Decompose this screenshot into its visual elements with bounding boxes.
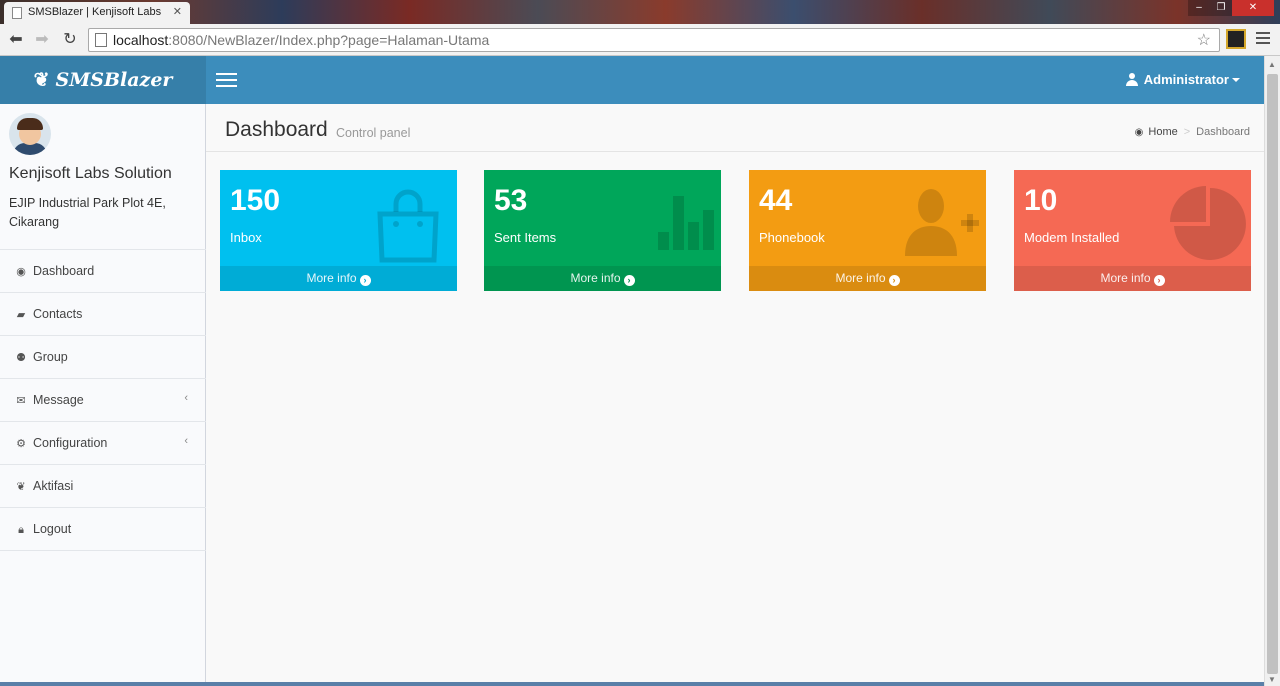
os-taskbar [0,682,1264,686]
user-icon [1125,73,1138,86]
arrow-circle-right-icon: › [623,275,635,286]
sidebar-item-label: Dashboard [33,264,95,278]
page-favicon-icon [12,7,22,19]
breadcrumb-current: Dashboard [1196,126,1250,138]
browser-menu-icon[interactable] [1256,32,1270,47]
scroll-up-icon[interactable]: ▲ [1268,60,1276,69]
sent-items-box: 53 Sent Items More info › [484,170,721,291]
user-name: Administrator [1143,72,1229,87]
user-add-icon [905,189,979,256]
tab-close-icon[interactable]: ✕ [173,5,182,18]
sidebar-item-label: Logout [33,522,72,536]
restore-icon[interactable]: ❐ [1210,0,1232,16]
app-logo[interactable]: ❦ SMSBlazer [0,56,206,104]
sent-items-count: 53 [494,184,528,217]
phonebook-label: Phonebook [759,230,825,245]
company-name: Kenjisoft Labs Solution [9,165,172,182]
close-window-icon[interactable]: ✕ [1232,0,1274,16]
company-address: EJIP Industrial Park Plot 4E, Cikarang [9,196,166,229]
avatar [9,113,51,155]
user-menu[interactable]: Administrator [1125,72,1240,87]
extension-icon[interactable] [1226,29,1246,49]
breadcrumb: ◉ Home > Dashboard [1134,126,1250,138]
sidebar: Kenjisoft Labs Solution EJIP Industrial … [0,104,206,686]
dashboard-icon: ◉ [1134,127,1144,138]
leaf-icon: ❦ [16,481,26,493]
sent-items-label: Sent Items [494,230,557,245]
users-icon: ⚉ [16,352,26,364]
top-navbar: Administrator [206,56,1264,104]
sidebar-item-label: Aktifasi [33,479,74,493]
url-host: localhost [113,32,169,48]
pie-chart-icon [1170,186,1246,260]
back-arrow-icon[interactable]: ⬅ [6,30,26,50]
sidebar-item-contacts[interactable]: ▰ Contacts [0,293,206,336]
modem-label: Modem Installed [1024,230,1120,245]
caret-down-icon [1232,78,1240,82]
arrow-circle-right-icon: › [888,275,900,286]
content-header: Dashboard Control panel ◉ Home > Dashboard [206,104,1264,152]
sidebar-item-dashboard[interactable]: ◉ Dashboard [0,250,206,293]
sidebar-item-configuration[interactable]: ⚙ Configuration ‹ [0,422,206,465]
inbox-label: Inbox [230,230,262,245]
inbox-count: 150 [230,184,281,217]
more-info-label: More info [835,271,886,285]
page-subtitle: Control panel [336,126,411,140]
page-title: Dashboard [225,118,328,141]
chevron-left-icon: ‹ [184,435,188,447]
more-info-label: More info [306,271,357,285]
sidebar-item-label: Contacts [33,307,83,321]
sidebar-item-message[interactable]: ✉ Message ‹ [0,379,206,422]
modem-more-info-link[interactable]: More info › [1014,266,1251,291]
phonebook-more-info-link[interactable]: More info › [749,266,986,291]
sidebar-item-label: Message [33,393,84,407]
sidebar-menu: ◉ Dashboard ▰ Contacts ⚉ Group ✉ Message ‹ ⚙… [0,249,206,551]
modem-count: 10 [1024,184,1058,217]
sidebar-item-aktifasi[interactable]: ❦ Aktifasi [0,465,206,508]
tab-title: SMSBlazer | Kenjisoft Labs [28,6,162,18]
book-icon: ▰ [16,309,26,321]
address-bar[interactable]: localhost:8080/NewBlazer/Index.php?page=… [88,28,1220,52]
leaf-logo-icon: ❦ [33,69,50,91]
browser-titlebar: SMSBlazer | Kenjisoft Labs ✕ – ❐ ✕ [0,0,1280,24]
scroll-thumb[interactable] [1267,74,1278,674]
sidebar-item-label: Group [33,350,68,364]
breadcrumb-home[interactable]: Home [1148,126,1177,138]
sidebar-item-label: Configuration [33,436,108,450]
inbox-more-info-link[interactable]: More info › [220,266,457,291]
shopping-bag-icon [377,189,439,263]
modem-installed-box: 10 Modem Installed More info › [1014,170,1251,291]
browser-toolbar: ⬅ ➡ ↻ localhost:8080/NewBlazer/Index.php… [0,24,1280,56]
window-controls: – ❐ ✕ [1188,0,1274,16]
minimize-icon[interactable]: – [1188,0,1210,16]
bookmark-star-icon[interactable]: ☆ [1197,30,1211,50]
dashboard-icon: ◉ [16,266,26,278]
gears-icon: ⚙ [16,438,26,450]
reload-icon[interactable]: ↻ [60,30,80,50]
arrow-circle-right-icon: › [359,275,371,286]
inbox-box: 150 Inbox More info › [220,170,457,291]
forward-arrow-icon[interactable]: ➡ [32,30,52,50]
main-content: Dashboard Control panel ◉ Home > Dashboard … [206,104,1264,686]
browser-tab[interactable]: SMSBlazer | Kenjisoft Labs ✕ [4,2,190,24]
sent-items-more-info-link[interactable]: More info › [484,266,721,291]
bar-chart-icon [658,196,714,250]
envelope-icon: ✉ [16,395,26,407]
sidebar-item-logout[interactable]: 🔒︎ Logout [0,508,206,551]
arrow-circle-right-icon: › [1153,275,1165,286]
page-icon [95,33,107,47]
page-scrollbar[interactable]: ▲ ▼ [1264,56,1280,686]
sidebar-item-group[interactable]: ⚉ Group [0,336,206,379]
lock-icon: 🔒︎ [18,524,24,536]
sidebar-toggle-icon[interactable] [216,73,237,91]
more-info-label: More info [1100,271,1151,285]
logo-text: SMSBlazer [55,69,173,91]
more-info-label: More info [570,271,621,285]
chevron-left-icon: ‹ [184,392,188,404]
url-path: :8080/NewBlazer/Index.php?page=Halaman-U… [168,32,490,48]
phonebook-box: 44 Phonebook More info › [749,170,986,291]
scroll-down-icon[interactable]: ▼ [1268,675,1276,684]
phonebook-count: 44 [759,184,793,217]
